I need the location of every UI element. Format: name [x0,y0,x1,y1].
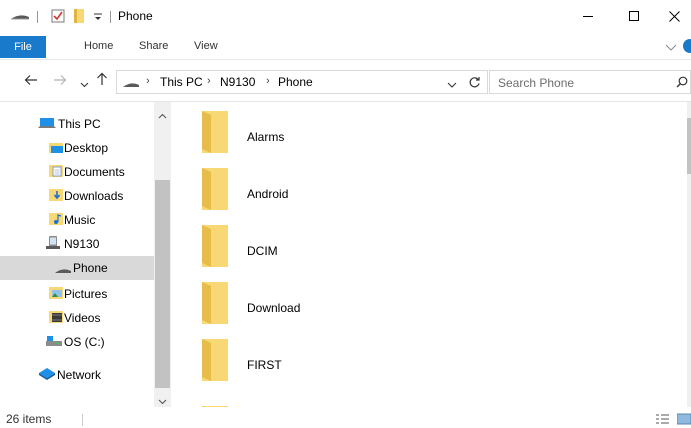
recent-locations-chevron-icon[interactable] [80,77,89,91]
nav-item-network[interactable]: Network [0,363,154,387]
maximize-button[interactable] [611,0,657,32]
address-dropdown-icon[interactable] [447,78,457,92]
phone-storage-icon [54,264,72,278]
search-box[interactable]: Search Phone [489,70,691,94]
folder-icon [200,225,230,270]
folder-item-download[interactable]: Download [171,277,681,333]
music-folder-icon [49,213,63,228]
nav-item-desktop[interactable]: Desktop [0,136,154,160]
folder-icon [200,111,230,156]
folder-item-alarms[interactable]: Alarms [171,106,681,162]
folder-name: DCIM [247,244,278,258]
device-icon [46,236,60,253]
nav-scrollbar-thumb[interactable] [155,180,170,388]
desktop-folder-icon [49,141,63,156]
folder-name: Alarms [247,130,285,144]
address-bar-row: › This PC › N9130 › Phone Search Phone [0,60,691,102]
breadcrumb-this-pc[interactable]: This PC [160,75,203,89]
breadcrumb-separator-icon[interactable]: › [207,75,211,87]
item-count: 26 items [6,412,52,426]
search-input[interactable]: Search Phone [498,76,574,90]
large-icons-view-icon[interactable] [676,413,691,428]
status-separator [82,414,83,426]
breadcrumb-n9130[interactable]: N9130 [220,75,255,89]
properties-icon[interactable] [51,9,65,26]
customize-toolbar-icon[interactable] [93,8,103,25]
breadcrumb-separator-icon[interactable]: › [146,75,150,87]
nav-item-music[interactable]: Music [0,208,154,232]
new-folder-icon[interactable] [74,9,84,26]
file-list: Alarms Android DCIM Download FIRST [171,102,691,407]
ribbon-tabs: File Home Share View [0,32,691,60]
search-icon[interactable] [676,76,688,91]
tab-file[interactable]: File [0,36,46,58]
documents-folder-icon [49,165,63,180]
folder-icon [200,339,230,384]
scroll-up-arrow-icon[interactable] [158,108,167,122]
network-icon [38,367,56,384]
nav-item-phone[interactable]: Phone [0,256,154,280]
help-icon[interactable] [683,39,691,53]
folder-item-dcim[interactable]: DCIM [171,220,681,276]
nav-item-this-pc[interactable]: This PC [0,112,154,136]
tab-view[interactable]: View [194,38,218,55]
expand-ribbon-icon[interactable] [665,41,677,55]
downloads-folder-icon [49,189,63,204]
videos-folder-icon [49,311,63,326]
tab-home[interactable]: Home [84,38,113,55]
nav-item-documents[interactable]: Documents [0,160,154,184]
window-title: Phone [118,9,153,23]
content-scrollbar-thumb[interactable] [687,118,691,174]
breadcrumb-separator-icon[interactable]: › [266,75,270,87]
details-view-icon[interactable] [656,413,669,428]
nav-item-pictures[interactable]: Pictures [0,282,154,306]
folder-name: Android [247,187,289,201]
drive-icon [46,336,62,350]
title-separator [37,11,38,23]
nav-item-videos[interactable]: Videos [0,306,154,330]
navigation-pane: This PC Desktop Documents Downloads Musi… [0,102,171,407]
status-bar: 26 items [0,407,691,428]
scroll-down-arrow-icon[interactable] [158,394,167,408]
forward-arrow-icon[interactable] [53,73,67,90]
folder-icon [200,168,230,213]
back-arrow-icon[interactable] [24,73,38,90]
minimize-button[interactable] [565,0,611,32]
folder-item-first[interactable]: FIRST [171,334,681,390]
phone-storage-icon [122,78,140,92]
folder-name: FIRST [247,358,282,372]
address-bar[interactable]: › This PC › N9130 › Phone [116,70,488,94]
folder-item-partial[interactable] [171,391,681,407]
tab-share[interactable]: Share [139,38,168,55]
computer-icon [38,117,56,133]
nav-item-os-c[interactable]: OS (C:) [0,330,154,354]
pictures-folder-icon [49,287,63,302]
breadcrumb-phone[interactable]: Phone [278,75,313,89]
close-button[interactable] [657,0,691,32]
phone-storage-icon[interactable] [10,10,30,25]
refresh-icon[interactable] [468,76,481,92]
folder-name: Download [247,301,301,315]
title-bar: Phone [0,0,691,32]
folder-icon [200,396,230,407]
nav-item-downloads[interactable]: Downloads [0,184,154,208]
nav-item-n9130[interactable]: N9130 [0,232,154,256]
folder-icon [200,282,230,327]
up-arrow-icon[interactable] [96,72,108,89]
title-separator [110,11,111,23]
folder-item-android[interactable]: Android [171,163,681,219]
